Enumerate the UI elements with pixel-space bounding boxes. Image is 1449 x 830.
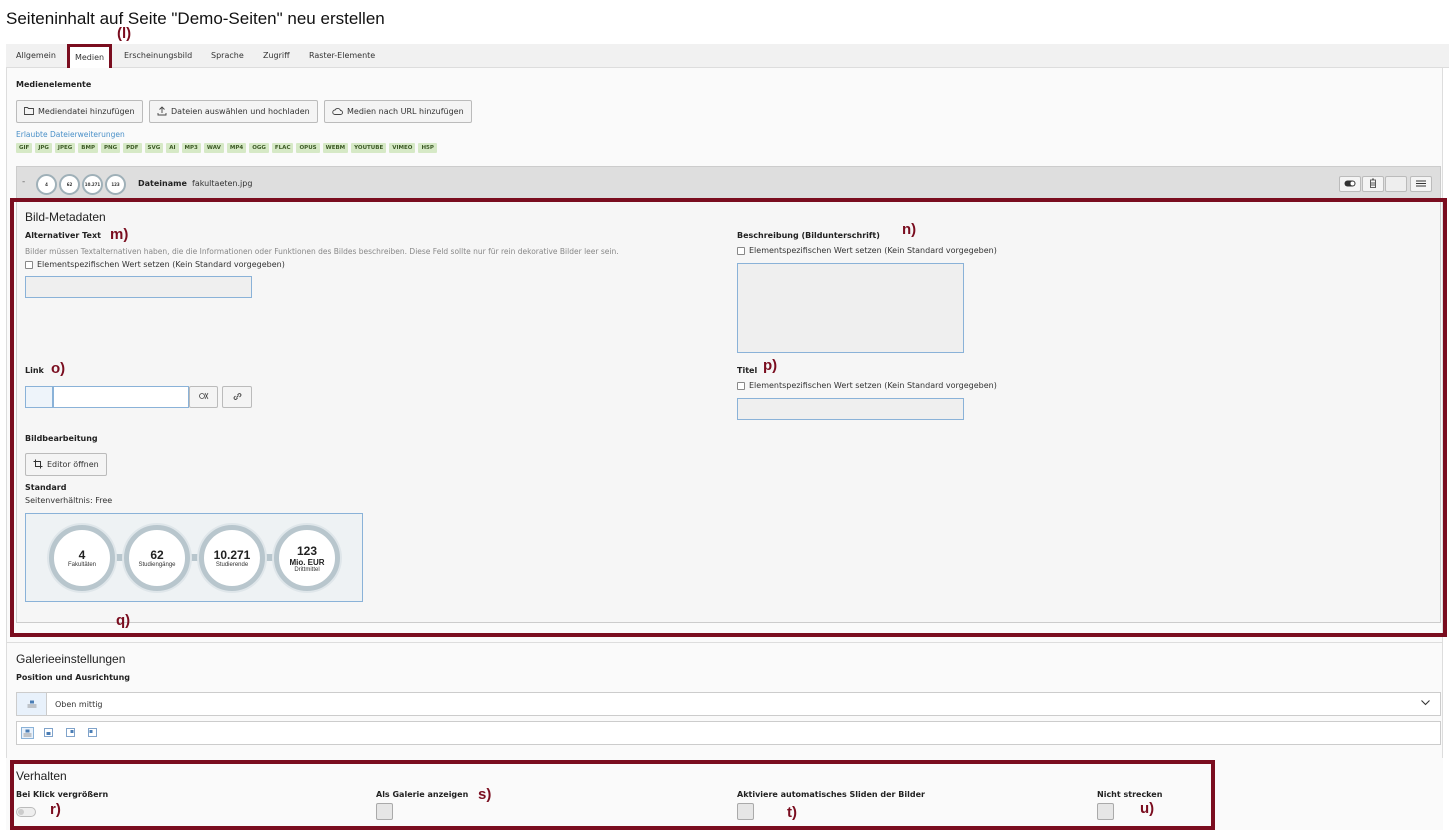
extension-badge: YOUTUBE [351, 143, 387, 153]
tab-sprache[interactable]: Sprache [211, 44, 244, 68]
extension-badge: JPEG [54, 143, 76, 153]
file-name-value: fakultaeten.jpg [192, 179, 253, 188]
extension-badge: H5P [418, 143, 437, 153]
align-top-center-icon[interactable] [21, 727, 34, 739]
thumbnail-circle: 62 [59, 174, 80, 195]
upload-files-label: Dateien auswählen und hochladen [171, 107, 310, 116]
thumbnail-circle: 123 [105, 174, 126, 195]
tab-zugriff[interactable]: Zugriff [263, 44, 290, 68]
file-reference-header[interactable]: - 4 62 10.271 123 Dateiname fakultaeten.… [16, 166, 1441, 199]
extension-badges: GIF JPG JPEG BMP PNG PDF SVG AI MP3 WAV … [16, 143, 437, 153]
position-alignment-label: Position und Ausrichtung [16, 673, 131, 682]
extension-badge: OGG [249, 143, 269, 153]
page-title: Seiteninhalt auf Seite "Demo-Seiten" neu… [6, 9, 385, 28]
upload-icon [157, 105, 167, 118]
position-select[interactable]: Oben mittig [16, 692, 1441, 716]
tab-erscheinungsbild[interactable]: Erscheinungsbild [124, 44, 192, 68]
allowed-extensions-label: Erlaubte Dateierweiterungen [16, 130, 125, 139]
position-options [16, 721, 1441, 745]
highlight-frame-behavior [10, 760, 1215, 830]
upload-files-button[interactable]: Dateien auswählen und hochladen [149, 100, 318, 123]
extension-badge: WAV [203, 143, 224, 153]
toggle-icon [1344, 180, 1356, 189]
align-in-text-left-icon[interactable] [88, 728, 97, 739]
tab-allgemein[interactable]: Allgemein [16, 44, 56, 68]
thumbnail-circle: 10.271 [82, 174, 103, 195]
media-by-url-label: Medien nach URL hinzufügen [347, 107, 464, 116]
gallery-title: Galerieeinstellungen [16, 652, 126, 666]
add-media-file-label: Mediendatei hinzufügen [38, 107, 135, 116]
extension-badge: GIF [16, 143, 33, 153]
menu-icon [1416, 179, 1426, 189]
tab-bar: Allgemein Medien Erscheinungsbild Sprach… [6, 44, 1449, 71]
thumbnail-value: 62 [66, 182, 73, 187]
extension-badge: MP3 [181, 143, 201, 153]
drag-handle-button[interactable] [1410, 176, 1432, 192]
highlight-frame-metadata [10, 198, 1447, 637]
empty-action-button[interactable] [1385, 176, 1407, 192]
extension-badge: PNG [100, 143, 121, 153]
thumbnail-value: 123 [111, 182, 120, 187]
extension-badge: MP4 [226, 143, 247, 153]
visibility-toggle-button[interactable] [1339, 176, 1361, 192]
folder-icon [24, 106, 34, 117]
extension-badge: PDF [123, 143, 142, 153]
tab-raster-elemente[interactable]: Raster-Elemente [309, 44, 375, 68]
extension-badge: BMP [78, 143, 98, 153]
extension-badge: OPUS [296, 143, 320, 153]
section-divider [6, 642, 1443, 643]
media-by-url-button[interactable]: Medien nach URL hinzufügen [324, 100, 472, 123]
add-media-file-button[interactable]: Mediendatei hinzufügen [16, 100, 143, 123]
align-top-right-icon[interactable] [44, 728, 53, 739]
tab-medien[interactable]: Medien [67, 44, 112, 71]
thumbnail-value: 10.271 [84, 182, 101, 187]
annotation-l: (l) [117, 25, 132, 42]
extension-badge: AI [166, 143, 179, 153]
collapse-toggle[interactable]: - [22, 177, 25, 187]
extension-badge: SVG [144, 143, 164, 153]
file-name-label: Dateiname [138, 179, 187, 188]
trash-icon [1369, 178, 1377, 190]
position-selected-value: Oben mittig [55, 700, 103, 709]
thumbnail-value: 4 [45, 182, 48, 187]
extension-badge: VIMEO [389, 143, 416, 153]
extension-badge: FLAC [271, 143, 294, 153]
cloud-icon [332, 107, 343, 117]
media-heading: Medienelemente [16, 80, 92, 89]
thumbnail-circle: 4 [36, 174, 57, 195]
position-preview-icon [17, 693, 47, 715]
align-in-text-right-icon[interactable] [66, 728, 75, 739]
extension-badge: JPG [35, 143, 52, 153]
delete-button[interactable] [1362, 176, 1384, 192]
extension-badge: WEBM [322, 143, 349, 153]
chevron-down-icon [1421, 699, 1430, 708]
